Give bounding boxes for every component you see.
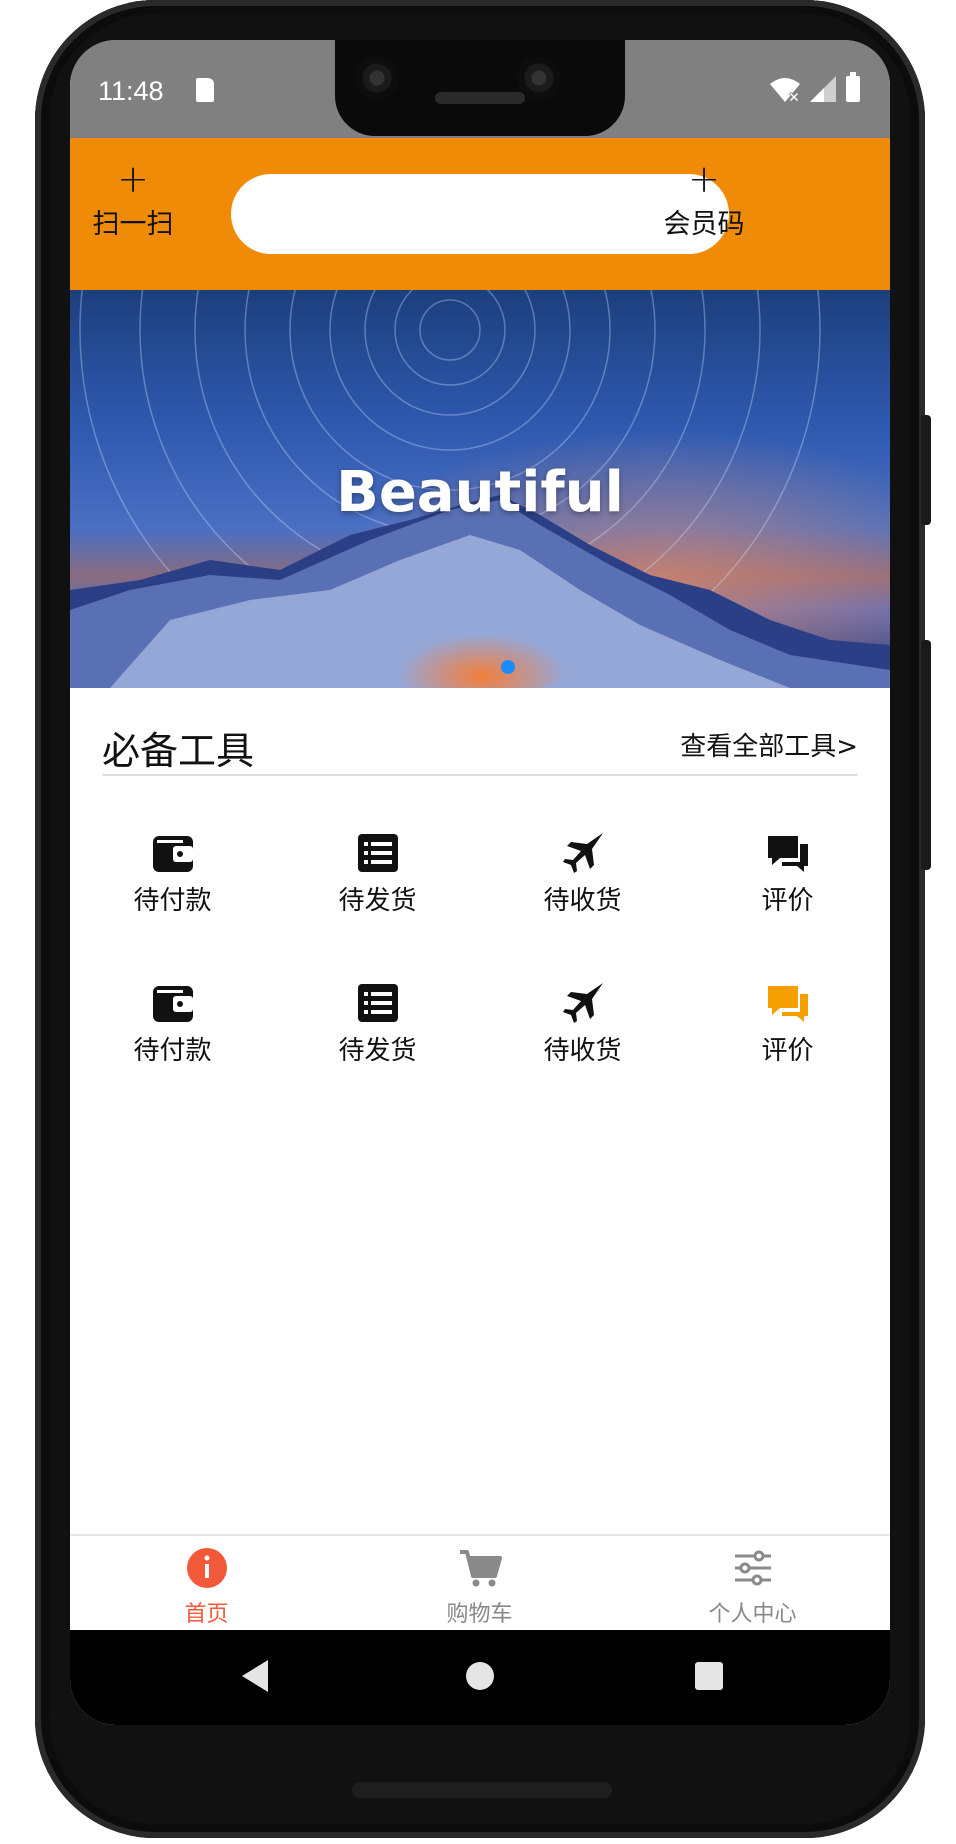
jet-icon [562, 983, 603, 1023]
scan-button[interactable]: + 扫一扫 [88, 160, 178, 241]
jet-icon [562, 833, 603, 873]
list-icon [357, 984, 398, 1022]
bottom-speaker [352, 1782, 612, 1798]
battery-icon [846, 72, 860, 102]
info-icon [186, 1548, 227, 1588]
nav-profile-label: 个人中心 [708, 1602, 797, 1627]
view-all-tools-link[interactable]: 查看全部工具> [680, 726, 858, 763]
member-code-label: 会员码 [663, 209, 745, 240]
tool-pending-receipt[interactable]: 待收货 [480, 832, 685, 917]
scan-label: 扫一扫 [92, 209, 174, 240]
home-icon[interactable] [466, 1662, 494, 1690]
tool-label: 待付款 [133, 886, 212, 916]
nav-cart[interactable]: 购物车 [343, 1546, 616, 1628]
tool-pending-shipment[interactable]: 待发货 [275, 832, 480, 917]
power-button [921, 415, 931, 525]
back-icon[interactable] [242, 1660, 268, 1692]
recents-icon[interactable] [695, 1662, 723, 1690]
carousel-banner[interactable]: Beautiful [70, 290, 890, 688]
front-camera-right [517, 56, 561, 100]
comments-icon [767, 836, 808, 872]
tool-label: 待发货 [338, 886, 417, 916]
nav-profile[interactable]: 个人中心 [616, 1546, 889, 1628]
sd-card-icon [196, 78, 214, 102]
banner-title: Beautiful [336, 460, 624, 525]
member-code-button[interactable]: + 会员码 [654, 160, 754, 241]
plus-icon: + [688, 157, 720, 201]
signal-icon [810, 76, 836, 102]
tool-label: 评价 [761, 886, 814, 916]
sliders-icon [734, 1550, 771, 1586]
status-icons [770, 72, 860, 102]
top-header: + 扫一扫 + 会员码 [70, 138, 890, 290]
tool-review[interactable]: 评价 [685, 982, 890, 1067]
comments-icon [767, 986, 808, 1022]
status-bar: 11:48 [70, 40, 890, 138]
tool-label: 待收货 [543, 1036, 622, 1066]
tool-pending-payment[interactable]: 待付款 [70, 982, 275, 1067]
system-navigation-bar [70, 1630, 890, 1725]
cart-icon [459, 1550, 502, 1587]
earpiece [435, 92, 525, 104]
carousel-indicator-dot[interactable] [501, 660, 515, 674]
bottom-navigation: 首页 购物车 个人中心 [70, 1534, 890, 1632]
screen: 11:48 + 扫一扫 + 会员码 Beautiful 必备工具 查看全部工具>… [70, 40, 890, 1725]
wifi-icon [770, 78, 800, 102]
wallet-icon [152, 836, 193, 872]
tool-label: 待收货 [543, 886, 622, 916]
camera-notch [335, 40, 625, 136]
tool-label: 待发货 [338, 1036, 417, 1066]
tool-pending-receipt[interactable]: 待收货 [480, 982, 685, 1067]
tool-pending-shipment[interactable]: 待发货 [275, 982, 480, 1067]
tool-label: 评价 [761, 1036, 814, 1066]
status-time: 11:48 [98, 76, 164, 106]
tool-label: 待付款 [133, 1036, 212, 1066]
tools-section-title: 必备工具 [102, 729, 255, 773]
list-icon [357, 834, 398, 872]
nav-home-label: 首页 [184, 1602, 229, 1627]
front-camera-left [355, 56, 399, 100]
nav-cart-label: 购物车 [446, 1602, 513, 1627]
section-divider [102, 774, 858, 776]
tool-review[interactable]: 评价 [685, 832, 890, 917]
plus-icon: + [117, 157, 149, 201]
tool-pending-payment[interactable]: 待付款 [70, 832, 275, 917]
wallet-icon [152, 986, 193, 1022]
volume-button [921, 640, 931, 870]
nav-home[interactable]: 首页 [70, 1546, 343, 1628]
